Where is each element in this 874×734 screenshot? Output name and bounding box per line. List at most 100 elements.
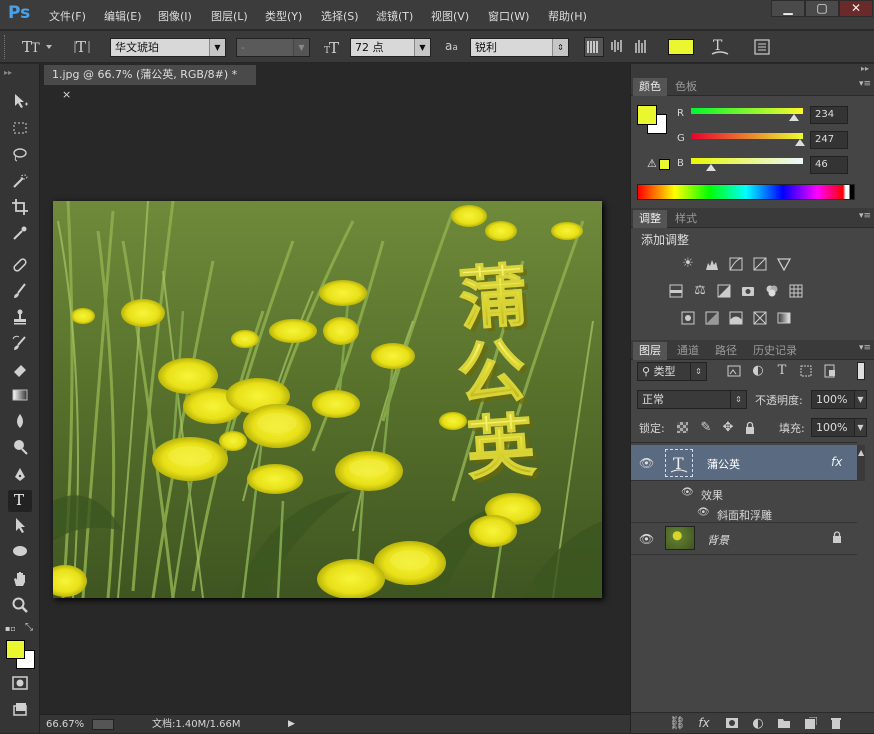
align-center-button[interactable] — [609, 37, 629, 57]
tab-channels[interactable]: 通道 — [671, 342, 705, 360]
minimize-button[interactable]: ▁ — [771, 0, 805, 17]
filter-shape-icon[interactable] — [799, 364, 813, 378]
b-value-field[interactable]: 46 — [810, 156, 848, 174]
r-value-field[interactable]: 234 — [810, 106, 848, 124]
document-tab[interactable]: 1.jpg @ 66.7% (蒲公英, RGB/8#) * × — [44, 65, 256, 101]
levels-icon[interactable] — [705, 257, 719, 271]
crop-tool-icon[interactable] — [8, 198, 32, 220]
layer-effect-bevel-row[interactable]: 👁 斜面和浮雕 — [631, 503, 857, 523]
threshold-icon[interactable] — [729, 311, 743, 325]
ellipse-tool-icon[interactable] — [8, 542, 32, 564]
vibrance-icon[interactable] — [776, 257, 792, 272]
eyedropper-tool-icon[interactable] — [8, 224, 32, 246]
healing-brush-tool-icon[interactable] — [8, 256, 32, 278]
new-layer-icon[interactable] — [803, 716, 818, 731]
hand-tool-icon[interactable] — [8, 570, 32, 592]
brightness-contrast-icon[interactable]: ☀ — [681, 257, 695, 271]
out-of-gamut-warning-icon[interactable]: ⚠ — [647, 157, 657, 170]
menu-select[interactable]: 选择(S) — [321, 8, 359, 24]
effects-eye-icon[interactable]: 👁 — [681, 487, 694, 498]
close-document-icon[interactable]: × — [62, 88, 71, 101]
history-brush-tool-icon[interactable] — [8, 334, 32, 356]
zoom-tool-icon[interactable] — [8, 596, 32, 618]
curves-icon[interactable] — [729, 257, 743, 271]
dodge-tool-icon[interactable] — [8, 438, 32, 460]
panel-menu-icon[interactable]: ▾≡ — [859, 79, 871, 89]
delete-layer-icon[interactable] — [829, 717, 843, 731]
add-mask-icon[interactable] — [725, 717, 739, 731]
effect-eye-icon[interactable]: 👁 — [697, 507, 710, 518]
menu-file[interactable]: 文件(F) — [49, 8, 86, 24]
blend-mode-select[interactable]: 正常 ⇕ — [637, 390, 747, 409]
lock-pixels-icon[interactable]: ✎ — [699, 421, 713, 435]
align-right-button[interactable] — [633, 37, 653, 57]
menu-view[interactable]: 视图(V) — [431, 8, 469, 24]
new-adjustment-layer-icon[interactable]: ◐ — [751, 717, 765, 731]
zoom-level[interactable]: 66.67% — [46, 715, 84, 734]
photo-filter-icon[interactable] — [741, 284, 755, 298]
visibility-eye-icon[interactable]: 👁 — [639, 532, 654, 546]
pen-tool-icon[interactable] — [8, 466, 32, 488]
posterize-icon[interactable] — [705, 311, 719, 325]
move-tool-icon[interactable] — [8, 92, 32, 114]
gamut-swatch[interactable] — [659, 159, 670, 170]
color-balance-icon[interactable]: ⚖ — [693, 284, 707, 298]
exposure-icon[interactable] — [753, 257, 767, 271]
g-slider-track[interactable] — [691, 133, 803, 139]
layer-name[interactable]: 背景 — [707, 532, 729, 548]
layer-effects-row[interactable]: 👁 效果 — [631, 483, 857, 503]
layer-row-text[interactable]: 👁 T 蒲公英 fx — [631, 445, 857, 481]
lock-position-icon[interactable]: ✥ — [721, 421, 735, 435]
gradient-tool-icon[interactable] — [8, 386, 32, 408]
collapse-icon[interactable]: ▸▸ — [4, 68, 12, 77]
menu-help[interactable]: 帮助(H) — [548, 8, 587, 24]
g-value-field[interactable]: 247 — [810, 131, 848, 149]
tab-layers[interactable]: 图层 — [633, 342, 667, 360]
screen-mode-icon[interactable] — [8, 700, 32, 722]
swap-colors-icon[interactable]: ⤡ — [25, 622, 33, 633]
quick-mask-icon[interactable] — [8, 674, 32, 696]
status-preview-icon[interactable] — [92, 719, 114, 730]
b-slider-thumb[interactable] — [706, 164, 717, 171]
menu-image[interactable]: 图像(I) — [158, 8, 192, 24]
hue-saturation-icon[interactable] — [669, 284, 683, 298]
gradient-map-icon[interactable] — [777, 311, 791, 325]
grip-handle[interactable] — [4, 35, 6, 59]
g-slider-thumb[interactable] — [794, 139, 805, 146]
tab-color[interactable]: 颜色 — [633, 78, 667, 96]
add-layer-style-icon[interactable]: fx — [697, 716, 711, 730]
clone-stamp-tool-icon[interactable] — [8, 308, 32, 330]
layer-name[interactable]: 蒲公英 — [707, 456, 740, 472]
filter-toggle-switch[interactable] — [857, 362, 865, 380]
eraser-tool-icon[interactable] — [8, 360, 32, 382]
align-left-button[interactable] — [584, 37, 604, 57]
maximize-button[interactable]: ▢ — [805, 0, 839, 17]
tab-adjustments[interactable]: 调整 — [633, 210, 667, 228]
lasso-tool-icon[interactable] — [8, 146, 32, 168]
text-color-swatch[interactable] — [668, 39, 694, 55]
tab-paths[interactable]: 路径 — [709, 342, 743, 360]
layer-row-background[interactable]: 👁 背景 — [631, 523, 857, 555]
type-tool-icon[interactable]: T — [8, 490, 32, 512]
font-style-select[interactable]: - ▼ — [236, 38, 310, 57]
blur-tool-icon[interactable] — [8, 412, 32, 434]
type-tool-preset-icon[interactable]: TT — [22, 37, 52, 59]
warp-text-icon[interactable]: T — [710, 36, 730, 61]
layer-filter-select[interactable]: ⚲ 类型 ⇕ — [637, 362, 707, 381]
opacity-field[interactable]: 100% ▼ — [811, 390, 867, 409]
menu-type[interactable]: 类型(Y) — [265, 8, 302, 24]
brush-tool-icon[interactable] — [8, 282, 32, 304]
lock-all-icon[interactable] — [743, 421, 757, 435]
selective-color-icon[interactable] — [753, 311, 767, 325]
default-colors-icon[interactable]: ▪▫ — [5, 624, 16, 633]
character-panel-icon[interactable] — [752, 37, 772, 60]
color-lookup-icon[interactable] — [789, 284, 803, 298]
collapse-panels-icon[interactable]: ▸▸ — [861, 64, 869, 73]
expand-effects-icon[interactable]: ▲ — [857, 445, 865, 481]
channel-mixer-icon[interactable] — [765, 284, 779, 298]
quick-selection-tool-icon[interactable] — [8, 172, 32, 194]
menu-filter[interactable]: 滤镜(T) — [376, 8, 413, 24]
invert-icon[interactable] — [681, 311, 695, 325]
anti-alias-select[interactable]: 锐利 ⇕ — [470, 38, 569, 57]
close-button[interactable]: ✕ — [839, 0, 873, 17]
